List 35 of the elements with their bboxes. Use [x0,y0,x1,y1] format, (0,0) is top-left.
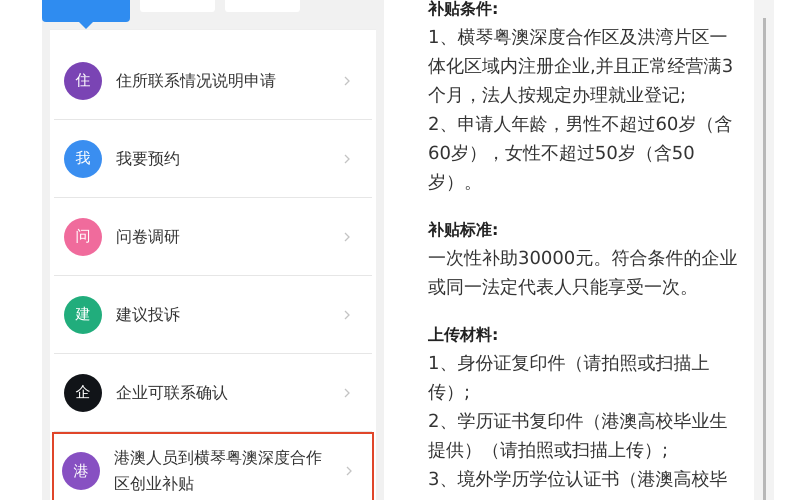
service-item[interactable]: 我 我要预约 [54,120,372,198]
chevron-icon [344,310,350,320]
detail-paragraph: 1、身份证复印件（请拍照或扫描上传）; [428,352,710,405]
service-label: 我要预约 [116,148,181,170]
chevron-icon [344,76,350,86]
badge-icon: 港 [62,452,100,490]
chevron-icon [344,388,350,398]
service-label: 港澳人员到横琴粤澳深度合作区创业补贴 [114,447,323,495]
detail-paragraph: 2、申请人年龄，男性不超过60岁（含60岁），女性不超过50岁（含50岁）。 [428,113,734,195]
chevron-icon [344,154,350,164]
badge-icon: 问 [64,218,102,256]
badge-icon: 企 [64,374,102,412]
chevron-icon [344,232,350,242]
service-label: 问卷调研 [116,226,181,248]
service-item[interactable]: 住 住所联系情况说明申请 [54,42,372,120]
service-label: 企业可联系确认 [116,382,229,404]
scrollbar[interactable] [762,18,766,500]
detail-paragraph: 2、学历证书复印件（港澳高校毕业生提供）（请拍照或扫描上传）; [428,410,728,463]
detail-paragraph: 3、境外学历学位认证书（港澳高校毕 [428,468,728,492]
service-item[interactable]: 建 建议投诉 [54,276,372,354]
section-heading: 补贴条件: [428,0,500,20]
tab[interactable] [42,0,130,29]
badge-icon: 建 [64,296,102,334]
service-item[interactable]: 港 港澳人员到横琴粤澳深度合作区创业补贴 [52,432,374,500]
chevron-icon [346,466,352,476]
service-item[interactable]: 企 企业可联系确认 [54,354,372,432]
service-label: 住所联系情况说明申请 [116,70,277,92]
service-item[interactable]: 问 问卷调研 [54,198,372,276]
detail-paragraph: 一次性补助30000元。符合条件的企业或同一法定代表人只能享受一次。 [428,247,738,300]
badge-icon: 我 [64,140,102,178]
section-heading: 补贴标准: [428,219,500,241]
badge-icon: 住 [64,62,102,100]
detail-paragraph: 1、横琴粤澳深度合作区及洪湾片区一体化区域内注册企业,并且正常经营满3个月，法人按规定办理就业登记; [428,26,734,108]
service-label: 建议投诉 [116,304,181,326]
section-heading: 上传材料: [428,324,500,346]
